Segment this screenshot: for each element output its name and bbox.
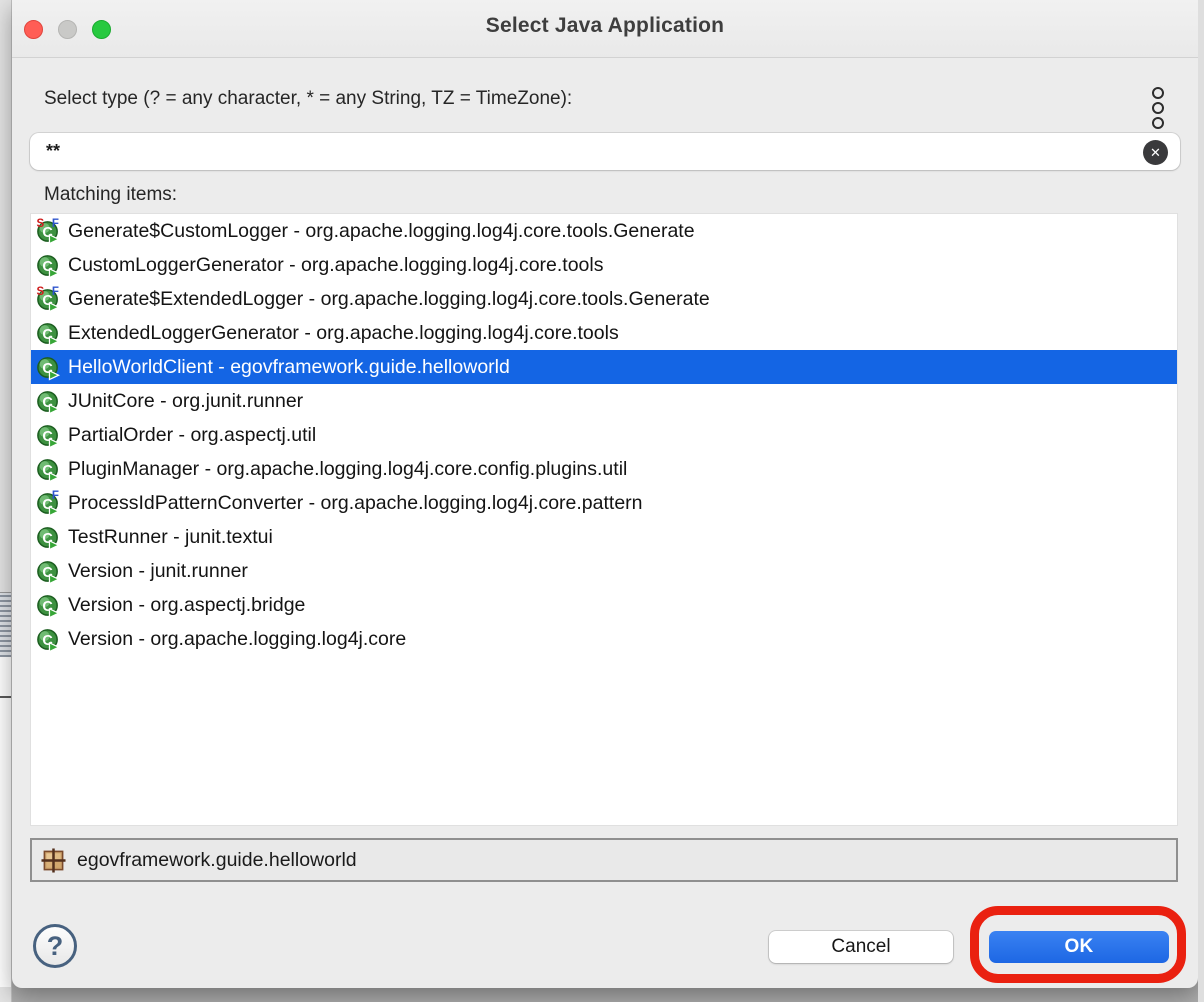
help-button[interactable]: ? [33,924,77,968]
java-class-runnable-icon: C S F [36,218,61,245]
qualifier-text: egovframework.guide.helloworld [77,849,357,872]
list-item-label: ExtendedLoggerGenerator - org.apache.log… [68,322,619,345]
static-decorator-icon: S [36,286,44,298]
menu-dot [1152,87,1164,99]
java-class-runnable-icon: C S F [36,422,61,449]
status-bar: egovframework.guide.helloworld [30,838,1178,882]
package-icon [41,848,66,873]
view-menu-icon[interactable] [1152,87,1164,129]
java-class-runnable-icon: C S F [36,388,61,415]
list-item-label: PartialOrder - org.aspectj.util [68,424,316,447]
java-class-runnable-icon: C S F [36,456,61,483]
list-item[interactable]: C S F ProcessIdPatternConverter - org.ap… [31,486,1177,520]
list-item-label: TestRunner - junit.textui [68,526,273,549]
type-filter-input[interactable] [30,133,1180,170]
java-class-runnable-icon: C S F [36,252,61,279]
cancel-button[interactable]: Cancel [769,931,953,963]
list-item-label: Generate$CustomLogger - org.apache.loggi… [68,220,695,243]
list-item[interactable]: C S F Version - org.aspectj.bridge [31,588,1177,622]
java-class-runnable-icon: C S F [36,354,61,381]
background-divider [0,696,11,698]
list-item-label: HelloWorldClient - egovframework.guide.h… [68,356,510,379]
list-item[interactable]: C S F CustomLoggerGenerator - org.apache… [31,248,1177,282]
select-type-label: Select type (? = any character, * = any … [44,88,572,110]
list-item-label: Generate$ExtendedLogger - org.apache.log… [68,288,710,311]
matching-items-list[interactable]: C S F Generate$CustomLogger - org.apache… [30,213,1178,826]
list-item-label: Version - junit.runner [68,560,248,583]
background-scrollbar [0,592,11,658]
menu-dot [1152,102,1164,114]
title-bar: Select Java Application [12,0,1198,58]
java-class-runnable-icon: C S F [36,592,61,619]
background-window-strip: j [0,0,12,1002]
static-decorator-icon: S [36,218,44,230]
list-item[interactable]: C S F PartialOrder - org.aspectj.util [31,418,1177,452]
list-item[interactable]: C S F HelloWorldClient - egovframework.g… [31,350,1177,384]
java-class-runnable-icon: C S F [36,286,61,313]
list-item-label: ProcessIdPatternConverter - org.apache.l… [68,492,643,515]
list-item-label: CustomLoggerGenerator - org.apache.loggi… [68,254,604,277]
list-item[interactable]: C S F PluginManager - org.apache.logging… [31,452,1177,486]
clear-filter-icon[interactable]: ✕ [1143,140,1168,165]
list-item-label: JUnitCore - org.junit.runner [68,390,303,413]
list-item[interactable]: C S F TestRunner - junit.textui [31,520,1177,554]
final-decorator-icon: F [52,490,59,502]
list-item[interactable]: C S F Version - org.apache.logging.log4j… [31,622,1177,656]
java-class-runnable-icon: C S F [36,558,61,585]
background-right-edge [1198,0,1204,1002]
final-decorator-icon: F [52,286,59,298]
background-stray-text: j [0,662,11,684]
menu-dot [1152,117,1164,129]
list-item-label: Version - org.apache.logging.log4j.core [68,628,406,651]
select-java-application-dialog: Select Java Application Select type (? =… [12,0,1198,988]
list-item[interactable]: C S F Generate$ExtendedLogger - org.apac… [31,282,1177,316]
list-item-label: Version - org.aspectj.bridge [68,594,305,617]
final-decorator-icon: F [52,218,59,230]
list-item[interactable]: C S F JUnitCore - org.junit.runner [31,384,1177,418]
java-class-runnable-icon: C S F [36,490,61,517]
java-class-runnable-icon: C S F [36,320,61,347]
background-editor-sliver [0,657,11,987]
list-item[interactable]: C S F ExtendedLoggerGenerator - org.apac… [31,316,1177,350]
ok-button[interactable]: OK [989,931,1169,963]
list-item-label: PluginManager - org.apache.logging.log4j… [68,458,627,481]
java-class-runnable-icon: C S F [36,524,61,551]
dialog-title: Select Java Application [12,14,1198,38]
java-class-runnable-icon: C S F [36,626,61,653]
list-item[interactable]: C S F Generate$CustomLogger - org.apache… [31,214,1177,248]
matching-items-label: Matching items: [44,184,177,206]
list-item[interactable]: C S F Version - junit.runner [31,554,1177,588]
